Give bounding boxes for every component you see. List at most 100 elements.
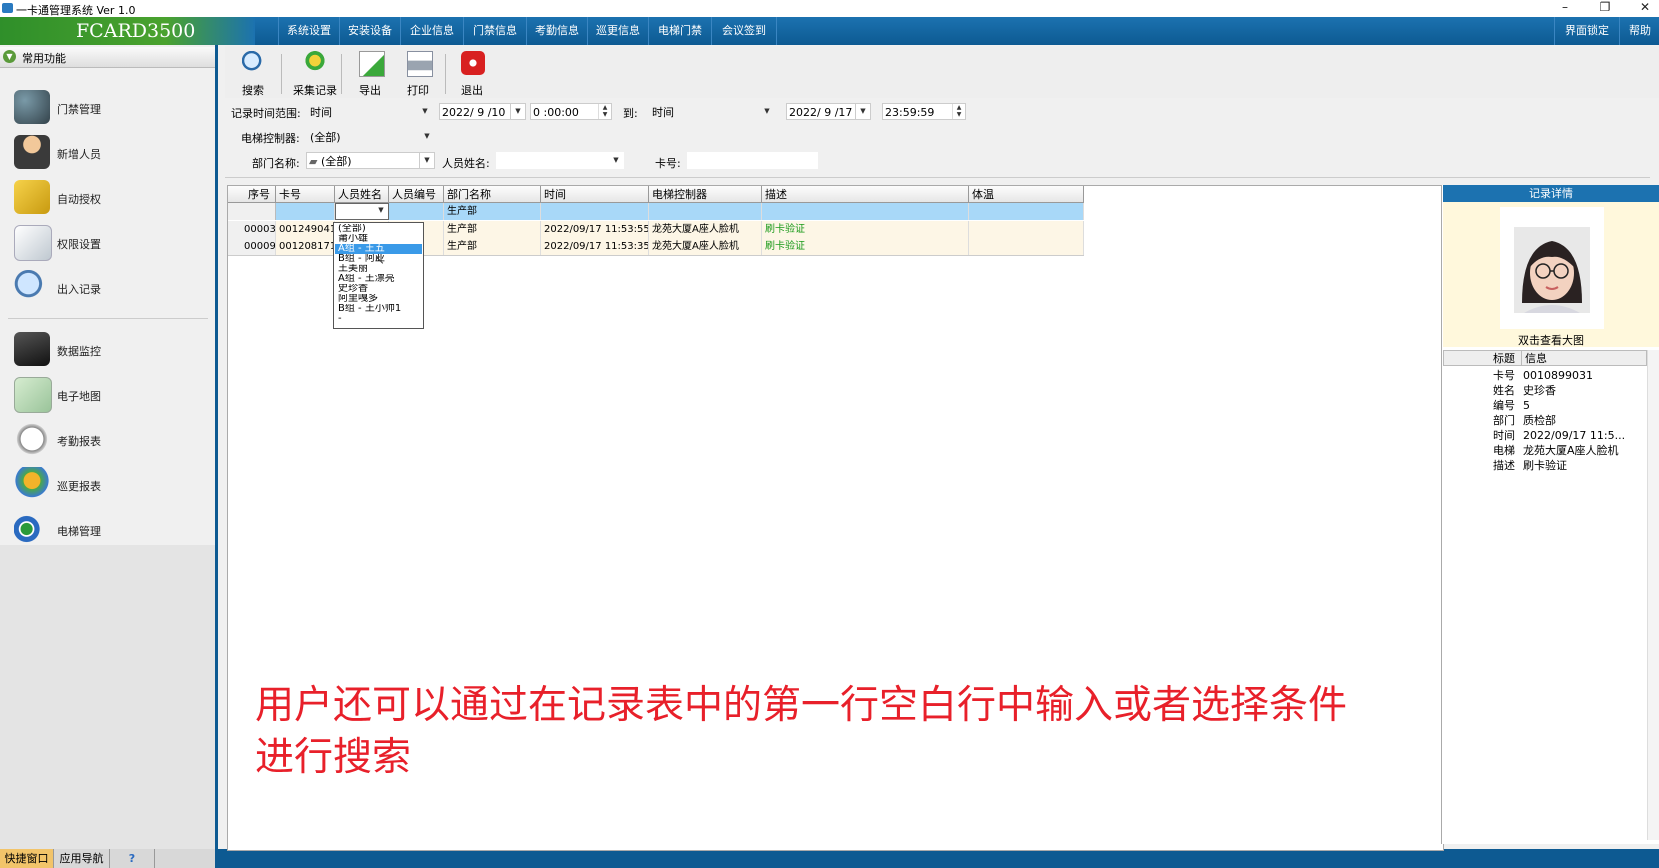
menu-system-settings[interactable]: 系统设置 bbox=[278, 17, 339, 45]
grid-filter-row[interactable]: ▼ 生产部 bbox=[228, 203, 1084, 220]
col-header-desc[interactable]: 描述 bbox=[762, 186, 969, 203]
detail-key: 描述 bbox=[1493, 459, 1515, 472]
dropdown-option[interactable]: - bbox=[335, 314, 422, 324]
help-icon[interactable]: ? bbox=[110, 849, 155, 868]
sidebar-item-auto-auth[interactable]: 自动授权 bbox=[8, 176, 208, 218]
caption-line-2: 进行搜索 bbox=[255, 735, 412, 780]
tab-app-nav[interactable]: 应用导航 bbox=[54, 849, 110, 868]
sidebar-item-access-records[interactable]: 出入记录 bbox=[8, 266, 208, 308]
sidebar-item-attendance-report[interactable]: 考勤报表 bbox=[8, 418, 208, 460]
exit-button[interactable]: 退出 bbox=[447, 46, 497, 98]
print-button[interactable]: 打印 bbox=[393, 46, 443, 98]
chevron-down-icon[interactable]: ▼ bbox=[760, 104, 774, 119]
menu-help[interactable]: 帮助 bbox=[1619, 17, 1659, 45]
elevator-icon bbox=[14, 512, 50, 546]
card-no-input[interactable] bbox=[687, 152, 818, 169]
menu-access[interactable]: 门禁信息 bbox=[463, 17, 526, 45]
sidebar-item-monitoring[interactable]: 数据监控 bbox=[8, 328, 208, 370]
detail-scrollbar[interactable] bbox=[1647, 350, 1659, 840]
dropdown-option[interactable]: 阿里嘎多 bbox=[335, 294, 422, 304]
sidebar-empty-area bbox=[0, 545, 215, 850]
person-name-label: 人员姓名: bbox=[442, 157, 490, 170]
tutorial-caption: 用户还可以通过在记录表中的第一行空白行中输入或者选择条件 进行搜索 bbox=[255, 680, 1405, 784]
sidebar-header[interactable]: ▼ 常用功能 bbox=[0, 47, 215, 68]
chevron-down-icon[interactable]: ▼ bbox=[3, 50, 16, 63]
filter-cell-name[interactable]: ▼ bbox=[335, 203, 389, 220]
filter-cell-time[interactable] bbox=[541, 203, 649, 220]
person-name-select[interactable]: ▼ bbox=[496, 152, 624, 169]
collect-icon bbox=[303, 51, 327, 75]
spinner-icon[interactable]: ▲ ▼ bbox=[598, 104, 611, 119]
chevron-down-icon[interactable]: ▼ bbox=[418, 104, 432, 119]
filter-cell-desc[interactable] bbox=[762, 203, 969, 220]
detail-row: 编号 5 bbox=[1443, 398, 1643, 413]
chevron-down-icon[interactable]: ▼ bbox=[609, 153, 623, 168]
menu-lock-ui[interactable]: 界面锁定 bbox=[1554, 17, 1619, 45]
sidebar-item-emap[interactable]: 电子地图 bbox=[8, 373, 208, 415]
sidebar-item-patrol-report[interactable]: 巡更报表 bbox=[8, 463, 208, 505]
sidebar-item-elevator[interactable]: 电梯管理 bbox=[8, 508, 208, 550]
col-header-card[interactable]: 卡号 bbox=[276, 186, 335, 203]
col-header-seq[interactable]: 序号 bbox=[228, 186, 276, 203]
end-type-select[interactable]: 时间 ▼ bbox=[649, 103, 775, 120]
export-button[interactable]: 导出 bbox=[345, 46, 395, 98]
chevron-down-icon[interactable]: ▼ bbox=[374, 204, 388, 217]
menu-enterprise[interactable]: 企业信息 bbox=[400, 17, 463, 45]
sidebar-item-access-control[interactable]: 门禁管理 bbox=[8, 86, 208, 128]
spinner-icon[interactable]: ▲ ▼ bbox=[952, 104, 965, 119]
time-range-label: 记录时间范围: bbox=[231, 107, 301, 120]
col-header-no[interactable]: 人员编号 bbox=[389, 186, 444, 203]
menu-attendance[interactable]: 考勤信息 bbox=[526, 17, 587, 45]
collect-records-button[interactable]: 采集记录 bbox=[285, 46, 345, 98]
chevron-down-icon[interactable]: ▼ bbox=[420, 129, 434, 144]
menu-meeting[interactable]: 会议签到 bbox=[711, 17, 777, 45]
restore-icon[interactable]: ❐ bbox=[1590, 0, 1620, 17]
chevron-down-icon[interactable]: ▼ bbox=[510, 104, 525, 119]
end-date-picker[interactable]: 2022/ 9 /17 ▼ bbox=[786, 103, 871, 120]
cell-desc: 刷卡验证 bbox=[762, 238, 969, 255]
filter-cell-card[interactable] bbox=[276, 203, 335, 220]
end-time-value: 23:59:59 bbox=[885, 106, 935, 119]
dropdown-option[interactable]: 莆小雄 bbox=[335, 234, 422, 244]
col-header-time[interactable]: 时间 bbox=[541, 186, 649, 203]
col-header-name[interactable]: 人员姓名 bbox=[335, 186, 389, 203]
filter-cell-dept[interactable]: 生产部 bbox=[444, 203, 541, 220]
col-header-temp[interactable]: 体温 bbox=[969, 186, 1084, 203]
search-button[interactable]: 搜索 bbox=[228, 46, 278, 98]
end-time-spinner[interactable]: 23:59:59 ▲ ▼ bbox=[882, 103, 966, 120]
dropdown-option[interactable]: A组 - 王漂亮 bbox=[335, 274, 422, 284]
filter-cell-no[interactable] bbox=[389, 203, 444, 220]
sidebar-item-label: 权限设置 bbox=[57, 238, 101, 251]
close-icon[interactable]: ✕ bbox=[1630, 0, 1659, 17]
dropdown-option[interactable]: 史珍香 bbox=[335, 284, 422, 294]
dropdown-option[interactable]: (全部) bbox=[335, 224, 422, 234]
sidebar-item-permissions[interactable]: 权限设置 bbox=[8, 221, 208, 263]
tab-quick-window[interactable]: 快捷窗口 bbox=[0, 849, 54, 868]
person-photo[interactable] bbox=[1500, 207, 1604, 329]
col-header-dept[interactable]: 部门名称 bbox=[444, 186, 541, 203]
dropdown-option[interactable]: B组 - 王小帅1 bbox=[335, 304, 422, 314]
menu-patrol[interactable]: 巡更信息 bbox=[587, 17, 648, 45]
to-label: 到: bbox=[623, 107, 638, 120]
menu-elevator[interactable]: 电梯门禁 bbox=[648, 17, 711, 45]
start-time-spinner[interactable]: 0 :00:00 ▲ ▼ bbox=[530, 103, 612, 120]
filter-cell-controller[interactable] bbox=[649, 203, 762, 220]
clock-icon bbox=[14, 422, 50, 456]
filter-cell-seq[interactable] bbox=[228, 203, 276, 220]
chevron-down-icon[interactable]: ▼ bbox=[419, 153, 434, 168]
time-type-select[interactable]: 时间 ▼ bbox=[307, 103, 433, 120]
time-type-value: 时间 bbox=[310, 106, 332, 119]
record-detail-header: 记录详情 bbox=[1443, 185, 1659, 202]
chevron-down-icon[interactable]: ▼ bbox=[855, 104, 870, 119]
detail-value: 龙苑大厦A座人脸机 bbox=[1523, 444, 1619, 457]
start-date-picker[interactable]: 2022/ 9 /10 ▼ bbox=[439, 103, 526, 120]
sidebar-item-add-person[interactable]: 新增人员 bbox=[8, 131, 208, 173]
patrol-icon bbox=[14, 467, 50, 501]
minimize-icon[interactable]: – bbox=[1550, 0, 1580, 17]
menu-install-device[interactable]: 安装设备 bbox=[339, 17, 400, 45]
person-name-dropdown: (全部) 莆小雄 A组 - 王五 B组 - 阿亚 王美丽 A组 - 王漂亮 史珍… bbox=[333, 222, 424, 329]
col-header-controller[interactable]: 电梯控制器 bbox=[649, 186, 762, 203]
controller-select[interactable]: (全部) ▼ bbox=[307, 128, 435, 145]
filter-cell-temp[interactable] bbox=[969, 203, 1084, 220]
dept-select[interactable]: ▰ (全部) ▼ bbox=[306, 152, 435, 169]
